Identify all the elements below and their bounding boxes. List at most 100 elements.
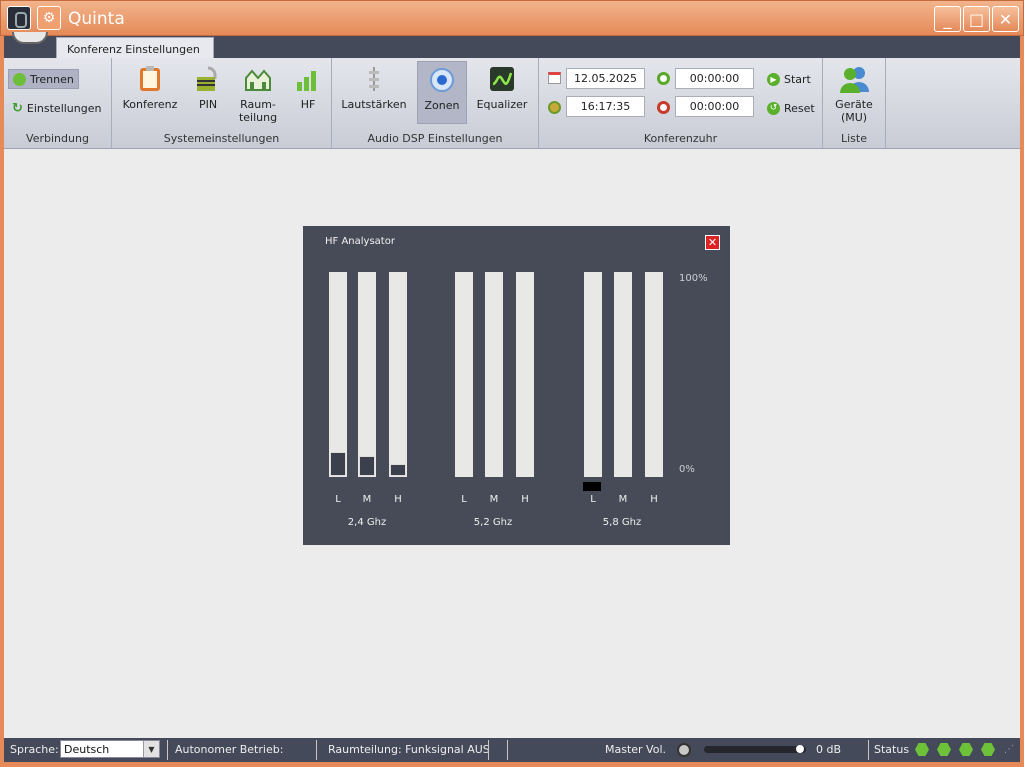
date-field[interactable]: 12.05.2025 (566, 68, 645, 89)
window-frame-right (1020, 36, 1024, 767)
level-bar-24-h (389, 272, 407, 477)
timer-green-icon (657, 72, 670, 85)
channel-label-24-l: L (335, 494, 341, 505)
signal-bars-icon (297, 71, 316, 91)
channel-label-52-m: M (489, 494, 499, 505)
raumteilung-label: Raum-teilung (239, 98, 277, 124)
dialog-close-button[interactable]: ✕ (705, 235, 720, 250)
group-label-konferenzuhr: Konferenzuhr (643, 132, 718, 145)
lock-icon (197, 66, 217, 91)
sprache-label: Sprache: (10, 743, 59, 756)
time-field[interactable]: 16:17:35 (566, 96, 645, 117)
hf-label: HF (300, 98, 316, 111)
maximize-button[interactable]: □ (963, 6, 990, 32)
status-led-2-icon (937, 743, 951, 756)
status-bar: Sprache: Deutsch ▼ Autonomer Betrieb: Ra… (4, 738, 1020, 762)
separator (507, 740, 508, 760)
band-label-58: 5,8 Ghz (602, 517, 642, 528)
group-label-verbindung: Verbindung (26, 132, 89, 145)
group-label-audio-dsp: Audio DSP Einstellungen (367, 132, 503, 145)
logo-icon (12, 32, 48, 44)
reset-label: Reset (784, 101, 815, 115)
pin-button[interactable]: PIN (187, 66, 229, 111)
close-button[interactable]: ✕ (992, 6, 1019, 32)
level-bar-52-m (485, 272, 503, 477)
level-bar-52-l (455, 272, 473, 477)
master-volume-slider[interactable] (704, 745, 806, 753)
window-title: Quinta (68, 9, 125, 29)
level-bar-58-l (584, 272, 602, 477)
start-label: Start (784, 72, 811, 86)
selected-channel-marker (583, 482, 601, 491)
slider-thumb[interactable] (796, 745, 804, 753)
level-bar-58-m (614, 272, 632, 477)
separator (868, 740, 869, 760)
geraete-label-line2: (MU) (840, 111, 868, 124)
channel-label-58-m: M (618, 494, 628, 505)
window-frame-bottom (0, 762, 1024, 767)
channel-label-52-l: L (461, 494, 467, 505)
tab-konferenz-einstellungen[interactable]: Konferenz Einstellungen (56, 37, 214, 58)
level-bar-58-h (645, 272, 663, 477)
group-label-liste: Liste (841, 132, 867, 145)
volume-knob-icon[interactable] (677, 743, 691, 757)
hf-button[interactable]: HF (292, 66, 324, 111)
timer1-field[interactable]: 00:00:00 (675, 68, 754, 89)
settings-icon[interactable]: ⚙ (37, 6, 61, 30)
level-fill-24-m (359, 456, 375, 476)
equalizer-button[interactable]: Equalizer (474, 66, 530, 111)
channel-label-58-l: L (590, 494, 596, 505)
tab-strip: Konferenz Einstellungen (4, 32, 1020, 58)
raumteilung-status: Raumteilung: Funksignal AUS (328, 743, 490, 756)
reset-icon: ↺ (767, 101, 780, 115)
houses-icon (245, 69, 271, 91)
group-systemeinstellungen: Konferenz PIN Raum-teilung HF Systemeins… (112, 58, 332, 148)
group-label-systemeinstellungen: Systemeinstellungen (163, 132, 280, 145)
geraete-label-line1: Geräte (835, 98, 873, 111)
separator (488, 740, 489, 760)
connection-status-icon (13, 72, 26, 86)
trennen-button[interactable]: Trennen (8, 69, 79, 89)
play-icon: ▶ (767, 72, 780, 86)
geraete-button[interactable]: Geräte (MU) (829, 64, 879, 124)
channel-label-58-h: H (650, 494, 658, 505)
minimize-button[interactable]: _ (934, 6, 961, 32)
waveform-icon (490, 67, 514, 91)
app-icon[interactable] (7, 6, 31, 30)
separator (316, 740, 317, 760)
raumteilung-button[interactable]: Raum-teilung (234, 66, 282, 124)
einstellungen-button[interactable]: ↻ Einstellungen (8, 98, 105, 118)
raumteilung-label-line2: teilung (238, 111, 278, 124)
dialog-title: HF Analysator (325, 236, 395, 247)
ribbon: Trennen ↻ Einstellungen Verbindung Konfe… (4, 58, 1020, 149)
level-fill-24-l (330, 452, 346, 476)
autonomer-betrieb-label: Autonomer Betrieb: (175, 743, 284, 756)
sprache-value: Deutsch (64, 743, 110, 756)
separator (167, 740, 168, 760)
lautstaerken-button[interactable]: Lautstärken (340, 66, 408, 111)
lautstaerken-label: Lautstärken (341, 98, 407, 111)
konferenz-button[interactable]: Konferenz (122, 66, 178, 111)
faders-icon (369, 67, 379, 91)
timer-red-icon (657, 101, 670, 114)
level-bar-24-m (358, 272, 376, 477)
resize-grip-icon[interactable]: ⋰ (1004, 744, 1014, 755)
calendar-icon (548, 72, 561, 84)
start-button[interactable]: ▶ Start (763, 69, 815, 89)
clipboard-icon (140, 66, 160, 91)
zonen-button[interactable]: Zonen (417, 61, 467, 124)
status-led-1-icon (915, 743, 929, 756)
users-icon (840, 67, 869, 93)
sprache-select[interactable]: Deutsch ▼ (60, 740, 160, 758)
band-label-52: 5,2 Ghz (473, 517, 513, 528)
level-bar-52-h (516, 272, 534, 477)
status-label: Status (874, 743, 910, 756)
refresh-icon: ↻ (12, 100, 23, 116)
clock-icon (548, 101, 561, 114)
master-vol-value: 0 dB (816, 743, 842, 756)
group-audio-dsp: Lautstärken Zonen Equalizer Audio DSP Ei… (332, 58, 539, 148)
raumteilung-label-line1: Raum- (240, 98, 276, 111)
chevron-down-icon[interactable]: ▼ (143, 741, 159, 757)
reset-button[interactable]: ↺ Reset (763, 98, 819, 118)
timer2-field[interactable]: 00:00:00 (675, 96, 754, 117)
